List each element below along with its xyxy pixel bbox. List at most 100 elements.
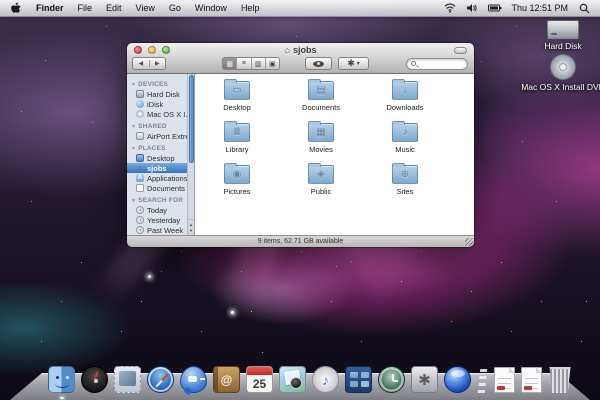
clock-icon (136, 206, 144, 214)
sidebar-section-places[interactable]: ▼PLACES (127, 144, 187, 153)
folder-documents[interactable]: ▤Documents (279, 76, 363, 118)
dock-icon-trash[interactable] (548, 367, 572, 393)
gear-icon: ✱ (418, 371, 431, 389)
dock-icon-itunes[interactable]: ♪ (312, 366, 339, 393)
view-list-button[interactable]: ≡ (236, 58, 250, 69)
toolbar-toggle-button[interactable] (454, 47, 467, 54)
dock-icon-front-row[interactable] (444, 366, 471, 393)
desktop-icon-install-dvd[interactable]: Mac OS X Install DVD (508, 54, 600, 92)
search-field[interactable] (406, 58, 468, 70)
title-bar[interactable]: ⌂sjobs (127, 43, 474, 56)
menubar-clock[interactable]: Thu 12:51 PM (511, 3, 568, 13)
window-header[interactable]: ⌂sjobs ◀ ▶ ▦ ≡ ▥ ▣ ✱ ▾ (127, 43, 474, 74)
disclosure-triangle-icon[interactable]: ▼ (131, 198, 136, 204)
folder-music[interactable]: ♪Music (363, 118, 447, 160)
view-mode-control[interactable]: ▦ ≡ ▥ ▣ (222, 57, 280, 70)
view-coverflow-button[interactable]: ▣ (265, 58, 279, 69)
action-button[interactable]: ✱ ▾ (338, 57, 369, 70)
forward-button[interactable]: ▶ (150, 60, 166, 67)
sidebar-item-airport-extreme[interactable]: AirPort Extreme (127, 131, 187, 141)
dock-icon-dashboard[interactable] (81, 366, 108, 393)
dock-icon-ichat[interactable] (180, 366, 207, 393)
folder-icon: ⊕ (392, 165, 418, 184)
sidebar-item-applications[interactable]: AApplications (127, 173, 187, 183)
menu-item-window[interactable]: Window (188, 3, 234, 13)
library-glyph-icon: Ⅲ (225, 124, 249, 141)
sidebar-item-install-dvd[interactable]: Mac OS X I...▲ (127, 109, 187, 119)
scroll-down-icon[interactable]: ▼ (189, 228, 193, 233)
folder-downloads[interactable]: ↓Downloads (363, 76, 447, 118)
search-input[interactable] (418, 60, 458, 67)
dock-icon-address-book[interactable]: @ (213, 366, 240, 393)
dock-icon-pdf-document-1[interactable] (494, 367, 515, 393)
hard-disk-icon (547, 20, 579, 39)
folder-pictures[interactable]: ◉Pictures (195, 160, 279, 202)
folder-icon: Ⅲ (224, 123, 250, 142)
wifi-icon[interactable] (444, 3, 456, 13)
dock-icon-iphoto[interactable] (279, 366, 306, 393)
folder-movies[interactable]: ▦Movies (279, 118, 363, 160)
folder-public[interactable]: ◈Public (279, 160, 363, 202)
internal-drive-icon (136, 90, 144, 98)
install-dvd-label: Mac OS X Install DVD (508, 82, 600, 92)
sidebar-section-shared[interactable]: ▼SHARED (127, 122, 187, 131)
clock-icon (136, 226, 144, 234)
sidebar-section-search-for[interactable]: ▼SEARCH FOR (127, 196, 187, 205)
bright-star (148, 275, 151, 278)
dock-icon-ical[interactable]: 25 (246, 366, 273, 393)
dock-icon-pdf-document-2[interactable] (521, 367, 542, 393)
sidebar-item-idisk[interactable]: iDisk (127, 99, 187, 109)
sidebar-item-past-week[interactable]: Past Week (127, 225, 187, 235)
battery-icon[interactable] (488, 4, 502, 12)
status-text: 9 items, 62.71 GB available (258, 238, 344, 245)
folder-sites[interactable]: ⊕Sites (363, 160, 447, 202)
dock-icon-mail[interactable] (114, 366, 141, 393)
dock-icon-finder[interactable] (48, 366, 75, 393)
desktop-icon-hard-disk[interactable]: Hard Disk (508, 20, 600, 51)
sidebar-item-yesterday[interactable]: Yesterday (127, 215, 187, 225)
spotlight-icon[interactable] (579, 3, 590, 14)
sidebar-item-sjobs[interactable]: ⌂sjobs (127, 163, 194, 173)
quick-look-button[interactable] (305, 57, 332, 70)
folder-library[interactable]: ⅢLibrary (195, 118, 279, 160)
menu-item-finder[interactable]: Finder (29, 3, 71, 13)
sidebar-scrollbar[interactable]: ▲▼ (187, 74, 194, 235)
menu-item-go[interactable]: Go (162, 3, 188, 13)
disclosure-triangle-icon[interactable]: ▼ (131, 146, 136, 152)
disclosure-triangle-icon[interactable]: ▼ (131, 124, 136, 130)
dock-icon-safari[interactable] (147, 366, 174, 393)
back-forward-control[interactable]: ◀ ▶ (132, 57, 166, 70)
resize-grip[interactable] (465, 238, 473, 246)
menu-item-help[interactable]: Help (234, 3, 267, 13)
menu-item-file[interactable]: File (71, 3, 100, 13)
scroll-up-icon[interactable]: ▲ (189, 222, 193, 227)
sites-glyph-icon: ⊕ (393, 166, 417, 183)
documents-glyph-icon: ▤ (309, 82, 333, 99)
folder-desktop[interactable]: ▭Desktop (195, 76, 279, 118)
dock-icon-time-machine[interactable] (378, 366, 405, 393)
sidebar-item-hard-disk[interactable]: Hard Disk (127, 89, 187, 99)
dock-icon-system-preferences[interactable]: ✱ (411, 366, 438, 393)
menu-item-view[interactable]: View (129, 3, 162, 13)
movies-glyph-icon: ▦ (309, 124, 333, 141)
view-icons-button[interactable]: ▦ (223, 58, 236, 69)
spaces-tiles-icon (350, 372, 358, 378)
folder-view[interactable]: ▭Desktop ▤Documents ↓Downloads ⅢLibrary … (195, 74, 474, 235)
sidebar-item-documents[interactable]: Documents (127, 183, 187, 193)
apple-menu-icon[interactable] (10, 2, 21, 15)
clock-icon (136, 216, 144, 224)
sidebar-item-today[interactable]: Today (127, 205, 187, 215)
dock-icon-spaces[interactable] (345, 366, 372, 393)
view-columns-button[interactable]: ▥ (251, 58, 265, 69)
disclosure-triangle-icon[interactable]: ▼ (131, 82, 136, 88)
dock-separator (478, 369, 488, 393)
scrollbar-thumb[interactable] (189, 75, 194, 163)
music-glyph-icon: ♪ (393, 124, 417, 141)
volume-icon[interactable] (466, 3, 478, 13)
back-button[interactable]: ◀ (133, 60, 150, 67)
airport-icon (136, 132, 144, 140)
menu-item-edit[interactable]: Edit (99, 3, 129, 13)
sidebar-item-desktop[interactable]: Desktop (127, 153, 187, 163)
sidebar-section-devices[interactable]: ▼DEVICES (127, 80, 187, 89)
scrollbar-arrows[interactable]: ▲▼ (188, 219, 194, 235)
